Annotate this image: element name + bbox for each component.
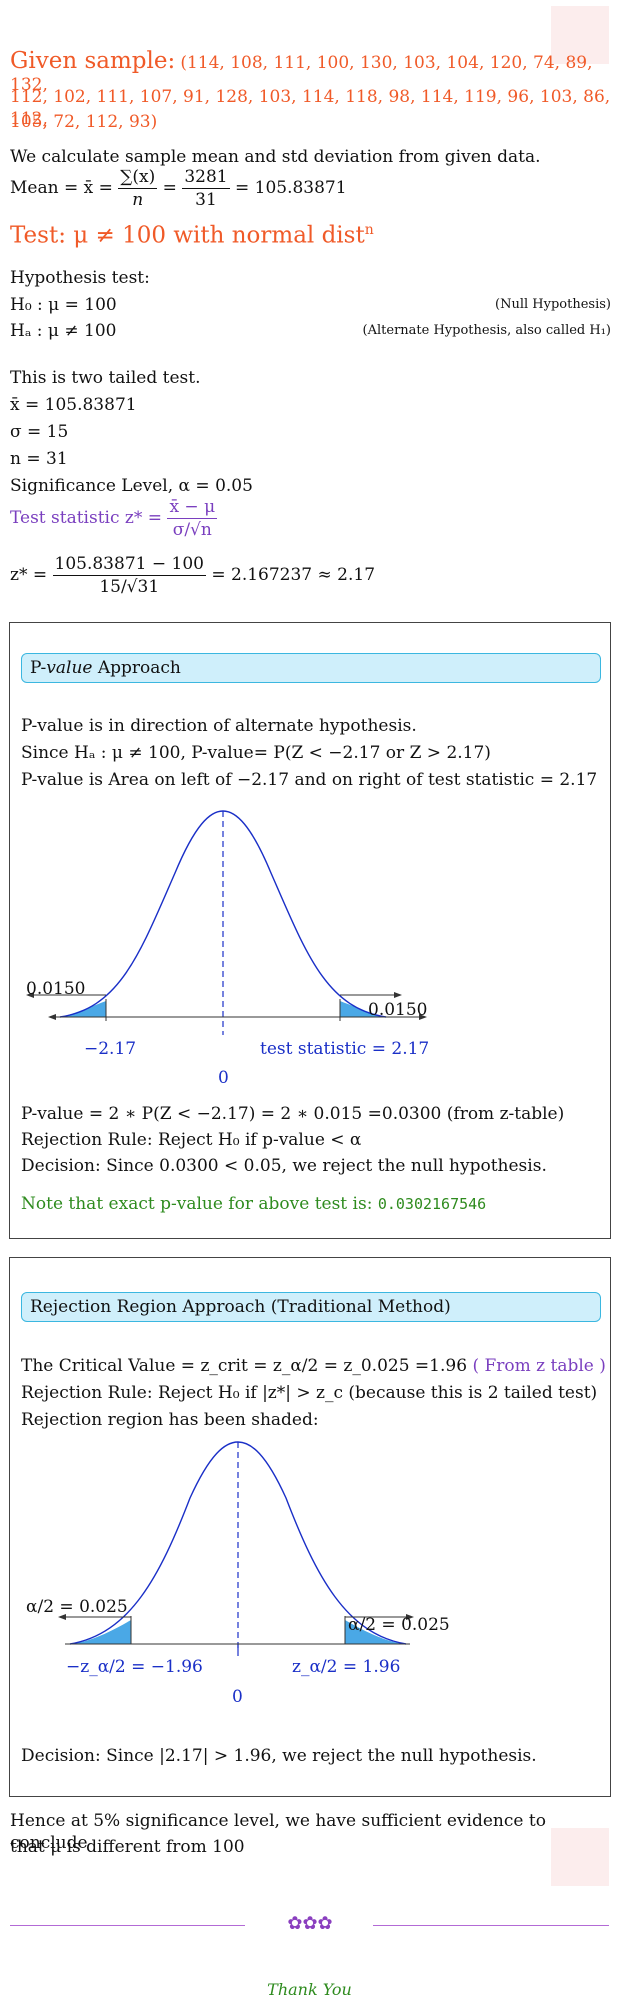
mean-numerator: ∑(x) bbox=[118, 167, 158, 189]
z-calc-num: 105.83871 − 100 bbox=[52, 554, 206, 576]
rejection-right-tick-label: z_α/2 = 1.96 bbox=[292, 1657, 401, 1677]
z-calc-result: = 2.167237 ≈ 2.17 bbox=[211, 565, 376, 585]
rejection-center-tick-label: 0 bbox=[232, 1687, 243, 1707]
hypothesis-label: Hypothesis test: bbox=[10, 268, 150, 288]
rejection-left-tick-label: −z_α/2 = −1.96 bbox=[66, 1657, 203, 1677]
mean-denominator: n bbox=[132, 190, 144, 210]
left-tail-shade bbox=[60, 1001, 106, 1017]
test-heading-text: Test: μ ≠ 100 with normal dist bbox=[10, 222, 365, 249]
pvalue-line1: P-value is in direction of alternate hyp… bbox=[21, 716, 417, 736]
pvalue-line2: Since Hₐ : μ ≠ 100, P-value= P(Z < −2.17… bbox=[21, 743, 491, 763]
rejection-rule: Rejection Rule: Reject H₀ if |z*| > z_c … bbox=[21, 1383, 598, 1403]
pvalue-right-tick-label: test statistic = 2.17 bbox=[260, 1039, 430, 1059]
two-tailed-text: This is two tailed test. bbox=[10, 368, 201, 388]
critical-value-source: ( From z table ) bbox=[472, 1356, 606, 1376]
pvalue-title-prefix: P- bbox=[30, 658, 47, 678]
test-statistic-formula: Test statistic z* = x̄ − μ σ/√n bbox=[10, 496, 218, 541]
null-hypothesis-note: (Null Hypothesis) bbox=[495, 297, 611, 312]
critical-value-line: The Critical Value = z_crit = z_α/2 = z_… bbox=[21, 1355, 606, 1377]
pvalue-approach-box: P-value Approach P-value is in direction… bbox=[9, 622, 611, 1239]
mean-result: = 105.83871 bbox=[234, 178, 347, 198]
footer-divider-right bbox=[373, 1925, 609, 1926]
test-heading-sup: n bbox=[364, 222, 374, 238]
mean-eq: = bbox=[162, 178, 177, 198]
xbar-value: x̄ = 105.83871 bbox=[10, 395, 137, 415]
pvalue-left-area-label: 0.0150 bbox=[26, 979, 86, 999]
pvalue-exact-note: Note that exact p-value for above test i… bbox=[21, 1193, 486, 1215]
left-rejection-shade bbox=[70, 1620, 131, 1644]
mean-formula: Mean = x̄ = ∑(x) n = 3281 31 = 105.83871 bbox=[10, 166, 347, 211]
thank-you-text: Thank You bbox=[267, 1980, 352, 1999]
right-area-arrowhead bbox=[394, 992, 402, 998]
pvalue-result: P-value = 2 ∗ P(Z < −2.17) = 2 ∗ 0.015 =… bbox=[21, 1104, 565, 1124]
pvalue-rule: Rejection Rule: Reject H₀ if p-value < α bbox=[21, 1130, 362, 1150]
rejection-normal-curve-chart bbox=[58, 1441, 414, 1656]
rejection-right-area-label: α/2 = 0.025 bbox=[348, 1615, 450, 1635]
pvalue-normal-curve-chart bbox=[26, 810, 427, 1035]
rejection-region-banner: Rejection Region Approach (Traditional M… bbox=[21, 1292, 601, 1322]
rejection-decision: Decision: Since |2.17| > 1.96, we reject… bbox=[21, 1746, 537, 1766]
critical-value-text: The Critical Value = z_crit = z_α/2 = z_… bbox=[21, 1356, 468, 1376]
pvalue-center-tick-label: 0 bbox=[218, 1068, 229, 1088]
z-calculation: z* = 105.83871 − 100 15/√31 = 2.167237 ≈… bbox=[10, 553, 375, 598]
pvalue-approach-banner: P-value Approach bbox=[21, 653, 601, 683]
alpha-value: Significance Level, α = 0.05 bbox=[10, 476, 253, 496]
calc-line: We calculate sample mean and std deviati… bbox=[10, 147, 541, 167]
mean-count: 31 bbox=[195, 190, 217, 210]
mean-sum: 3281 bbox=[182, 167, 230, 189]
rejection-region-box: Rejection Region Approach (Traditional M… bbox=[9, 1257, 611, 1797]
pvalue-title-suffix: Approach bbox=[92, 658, 181, 678]
mean-fraction-values: 3281 31 bbox=[182, 166, 230, 211]
axis-left-arrow bbox=[48, 1014, 56, 1020]
sample-values-line3: 105, 72, 112, 93) bbox=[10, 112, 158, 132]
footer-divider-left bbox=[10, 1925, 245, 1926]
rejection-left-area-label: α/2 = 0.025 bbox=[26, 1597, 128, 1617]
pvalue-left-tick-label: −2.17 bbox=[84, 1039, 137, 1059]
pvalue-right-area-label: 0.0150 bbox=[368, 1000, 428, 1020]
mean-label: Mean = x̄ = bbox=[10, 178, 113, 198]
pvalue-note-text: Note that exact p-value for above test i… bbox=[21, 1194, 373, 1214]
conclusion-line2: that μ is different from 100 bbox=[10, 1837, 245, 1857]
pvalue-exact-value: 0.0302167546 bbox=[377, 1195, 487, 1213]
mean-fraction: ∑(x) n bbox=[118, 166, 158, 211]
given-sample-title: Given sample: bbox=[10, 48, 176, 74]
alt-hypothesis: Hₐ : μ ≠ 100 bbox=[10, 321, 117, 341]
test-statistic-fraction: x̄ − μ σ/√n bbox=[167, 496, 218, 541]
z-calc-den: 15/√31 bbox=[99, 577, 160, 597]
alt-hypothesis-note: (Alternate Hypothesis, also called H₁) bbox=[362, 323, 611, 338]
rejection-shaded-note: Rejection region has been shaded: bbox=[21, 1410, 319, 1430]
pvalue-title-italic: value bbox=[46, 658, 93, 678]
test-heading: Test: μ ≠ 100 with normal distn bbox=[10, 222, 374, 249]
sigma-value: σ = 15 bbox=[10, 422, 69, 442]
n-value: n = 31 bbox=[10, 449, 68, 469]
z-calc-fraction: 105.83871 − 100 15/√31 bbox=[52, 553, 206, 598]
pvalue-decision: Decision: Since 0.0300 < 0.05, we reject… bbox=[21, 1156, 547, 1176]
test-statistic-den: σ/√n bbox=[172, 520, 212, 540]
null-hypothesis: H₀ : μ = 100 bbox=[10, 295, 117, 315]
footer-ornament-icon: ✿✿✿ bbox=[287, 1913, 333, 1934]
test-statistic-num: x̄ − μ bbox=[167, 497, 218, 519]
test-statistic-label: Test statistic z* = bbox=[10, 508, 163, 528]
pvalue-line3: P-value is Area on left of −2.17 and on … bbox=[21, 770, 598, 790]
z-calc-label: z* = bbox=[10, 565, 48, 585]
